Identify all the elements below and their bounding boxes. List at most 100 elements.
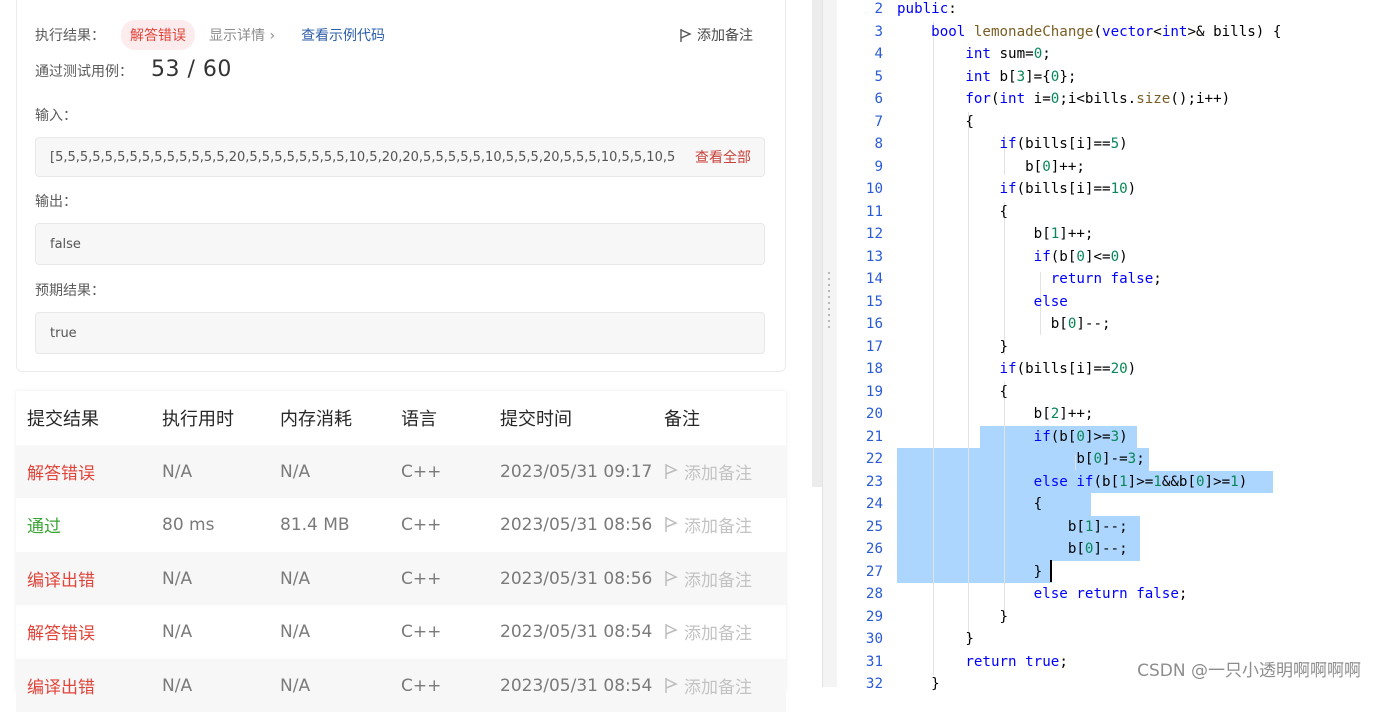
code-line[interactable]: return false; <box>897 268 1162 291</box>
row-date: 2023/05/31 08:54 <box>500 621 653 642</box>
code-line[interactable]: if(bills[i]==5) <box>897 133 1128 156</box>
left-scrollbar[interactable] <box>812 0 822 487</box>
code-line[interactable]: else <box>897 291 1068 314</box>
code-line[interactable]: } <box>897 606 1008 629</box>
add-note-button[interactable]: 添加备注 <box>679 25 753 45</box>
line-number: 29 <box>865 608 883 625</box>
row-status[interactable]: 解答错误 <box>27 619 95 644</box>
row-status[interactable]: 编译出错 <box>27 673 95 698</box>
row-date: 2023/05/31 08:56 <box>500 514 653 535</box>
code-line[interactable]: b[1]++; <box>897 223 1094 246</box>
line-number: 31 <box>865 653 883 670</box>
line-number: 12 <box>865 226 883 242</box>
status-row: 执行结果： 解答错误 显示详情 › 查看示例代码 <box>35 17 385 53</box>
flag-icon <box>665 678 678 693</box>
expected-box: true <box>35 312 765 354</box>
view-all-link[interactable]: 查看全部 <box>695 147 751 167</box>
flag-icon <box>680 28 692 42</box>
code-line[interactable]: b[0]-=3; <box>897 448 1144 471</box>
code-line[interactable]: b[1]--; <box>897 516 1128 539</box>
code-line[interactable]: b[0]--; <box>897 313 1111 336</box>
table-row[interactable]: 通过 80 ms 81.4 MB C++ 2023/05/31 08:56 添加… <box>16 498 786 551</box>
table-row[interactable]: 编译出错 N/A N/A C++ 2023/05/31 08:56 添加备注 <box>16 552 786 605</box>
input-value: [5,5,5,5,5,5,5,5,5,5,5,5,5,5,20,5,5,5,5,… <box>50 149 675 165</box>
line-number: 2 <box>874 1 883 17</box>
line-number: 3 <box>874 23 883 40</box>
line-number: 32 <box>865 676 883 692</box>
row-add-note-button[interactable]: 添加备注 <box>664 512 752 537</box>
code-line[interactable]: } <box>897 673 940 696</box>
code-line[interactable]: } <box>897 561 1043 584</box>
code-line[interactable]: for(int i=0;i<bills.size();i++) <box>897 88 1230 111</box>
row-status[interactable]: 解答错误 <box>27 459 95 484</box>
line-number: 10 <box>865 181 883 197</box>
row-runtime: N/A <box>162 568 193 589</box>
passed-cases-row: 通过测试用例： 53 / 60 <box>35 57 232 82</box>
header-note: 备注 <box>664 408 700 430</box>
code-line[interactable]: b[0]--; <box>897 538 1128 561</box>
show-details-link[interactable]: 显示详情 › <box>209 25 275 45</box>
code-line[interactable]: else return false; <box>897 583 1188 606</box>
code-line[interactable]: { <box>897 201 1008 224</box>
code-line[interactable]: } <box>897 628 974 651</box>
row-add-note-button[interactable]: 添加备注 <box>664 459 752 484</box>
flag-icon <box>665 624 678 639</box>
resize-grip-icon[interactable] <box>827 270 831 330</box>
row-status[interactable]: 编译出错 <box>27 566 95 591</box>
row-memory: 81.4 MB <box>280 514 350 535</box>
code-line[interactable]: if(bills[i]==20) <box>897 358 1137 381</box>
submissions-table: 提交结果 执行用时 内存消耗 语言 提交时间 备注 解答错误 N/A N/A C… <box>16 391 786 712</box>
flag-icon <box>665 464 678 479</box>
output-value: false <box>50 236 81 252</box>
text-cursor <box>1050 560 1052 582</box>
line-number: 26 <box>865 541 883 557</box>
view-example-code-link[interactable]: 查看示例代码 <box>301 25 385 45</box>
row-add-note-button[interactable]: 添加备注 <box>664 619 752 644</box>
code-line[interactable]: if(b[0]>=3) <box>897 426 1128 449</box>
code-line[interactable]: { <box>897 111 974 134</box>
expected-value: true <box>50 325 77 341</box>
line-number: 24 <box>865 496 883 512</box>
row-language: C++ <box>401 675 442 696</box>
line-number: 6 <box>874 91 883 107</box>
code-line[interactable]: if(bills[i]==10) <box>897 178 1137 201</box>
code-line[interactable]: else if(b[1]>=1&&b[0]>=1) <box>897 471 1248 494</box>
code-line[interactable]: if(b[0]<=0) <box>897 246 1128 269</box>
code-line[interactable]: bool lemonadeChange(vector<int>& bills) … <box>897 21 1281 44</box>
row-add-note-button[interactable]: 添加备注 <box>664 673 752 698</box>
code-line[interactable]: { <box>897 493 1043 516</box>
output-box: false <box>35 223 765 265</box>
row-runtime: N/A <box>162 675 193 696</box>
code-line[interactable]: int sum=0; <box>897 43 1050 66</box>
row-language: C++ <box>401 514 442 535</box>
table-row[interactable]: 解答错误 N/A N/A C++ 2023/05/31 08:54 添加备注 <box>16 605 786 658</box>
line-number: 16 <box>865 316 883 332</box>
add-note-label: 添加备注 <box>697 28 753 44</box>
code-line[interactable]: b[0]++; <box>897 156 1085 179</box>
row-runtime: 80 ms <box>162 514 215 535</box>
code-line[interactable]: return true; <box>897 651 1068 674</box>
table-header: 提交结果 执行用时 内存消耗 语言 提交时间 备注 <box>16 391 786 444</box>
input-label: 输入： <box>35 108 77 124</box>
code-editor[interactable]: 2 public: 3 bool lemonadeChange(vector<int… <box>837 0 1377 692</box>
code-line[interactable]: public: <box>897 0 957 21</box>
pane-divider[interactable] <box>822 0 837 687</box>
passed-cases-value: 53 / 60 <box>151 57 232 82</box>
row-note-label: 添加备注 <box>684 571 752 591</box>
code-line[interactable]: { <box>897 381 1008 404</box>
table-row[interactable]: 编译出错 N/A N/A C++ 2023/05/31 08:54 添加备注 <box>16 659 786 712</box>
row-add-note-button[interactable]: 添加备注 <box>664 566 752 591</box>
table-row[interactable]: 解答错误 N/A N/A C++ 2023/05/31 09:17 添加备注 <box>16 445 786 498</box>
row-memory: N/A <box>280 675 311 696</box>
flag-icon <box>665 571 678 586</box>
code-line[interactable]: b[2]++; <box>897 403 1094 426</box>
header-status: 提交结果 <box>27 408 99 430</box>
line-number: 28 <box>865 586 883 602</box>
code-line[interactable]: } <box>897 336 1008 359</box>
row-language: C++ <box>401 461 442 482</box>
row-status[interactable]: 通过 <box>27 512 61 537</box>
code-line[interactable]: int b[3]={0}; <box>897 66 1076 89</box>
line-number: 19 <box>865 383 883 400</box>
header-memory: 内存消耗 <box>280 408 352 430</box>
line-number: 8 <box>874 136 883 152</box>
